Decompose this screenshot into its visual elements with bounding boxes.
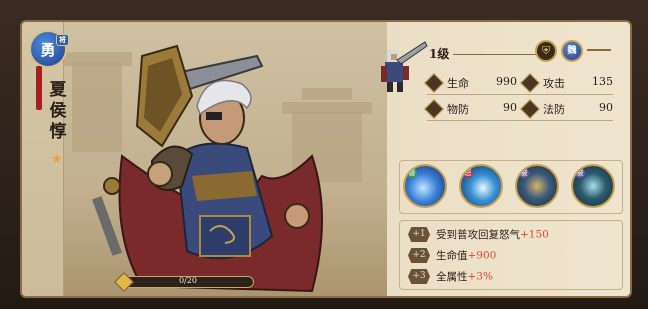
stat-label: 生命 xyxy=(447,77,469,90)
stat-label: 法防 xyxy=(543,103,565,116)
bonus-rank: +1 xyxy=(408,227,430,242)
bonus-rank: +3 xyxy=(408,269,430,284)
stats-panel: 1级 ⛨ 魏 生命 990 攻击 135 物防 90 法防 90 普 怒 被 被… xyxy=(367,36,623,290)
role-shield-icon[interactable]: ⛨ xyxy=(535,40,557,62)
skill-crossed-blades-icon[interactable]: 被 xyxy=(571,164,615,208)
stat-divider xyxy=(427,94,613,95)
skill-tag: 怒 xyxy=(463,168,473,178)
stat-mag-def: 法防 90 xyxy=(520,99,613,119)
stat-divider xyxy=(427,120,613,121)
stat-label: 攻击 xyxy=(543,77,565,90)
stat-value: 90 xyxy=(503,101,517,114)
fragment-count: 0/20 xyxy=(179,276,197,285)
fragment-progress-bar: 0/20 xyxy=(114,272,254,292)
bonus-text: 受到普攻回复怒气 xyxy=(436,229,520,241)
hero-name: 夏侯惇 xyxy=(49,80,67,142)
bonus-text: 生命值 xyxy=(436,250,468,262)
stat-value: 990 xyxy=(496,75,517,88)
bonus-list: +1 受到普攻回复怒气+150 +2 生命值+900 +3 全属性+3% xyxy=(399,220,623,290)
stat-value: 135 xyxy=(592,75,613,88)
skill-water-wave-icon[interactable]: 普 xyxy=(403,164,447,208)
skill-crossed-swords-icon[interactable]: 被 xyxy=(515,164,559,208)
hero-level: 1级 xyxy=(429,47,450,61)
skills-row: 普 怒 被 被 xyxy=(403,164,615,224)
level-divider xyxy=(453,54,545,55)
skill-tag: 普 xyxy=(407,168,417,178)
heart-icon xyxy=(424,73,444,93)
hero-illustration xyxy=(92,44,323,293)
hero-detail-card: 勇 将 夏侯惇 ★ 0/20 1级 ⛨ 魏 生命 990 攻击 135 物防 9… xyxy=(20,20,632,298)
hero-pixel-sprite xyxy=(381,41,428,92)
magic-shield-icon xyxy=(520,99,540,119)
wing-ornament xyxy=(587,49,611,51)
skill-tag: 被 xyxy=(519,168,529,178)
rarity-badge-sub: 将 xyxy=(56,34,69,46)
sword-icon xyxy=(520,73,540,93)
bonus-value: +900 xyxy=(467,249,497,262)
rarity-badge-label: 勇 xyxy=(40,40,56,59)
shield-icon xyxy=(424,99,444,119)
bonus-value: +150 xyxy=(520,228,549,241)
red-tassel xyxy=(36,66,42,110)
faction-badge[interactable]: 魏 xyxy=(561,40,583,62)
bonus-rank: +2 xyxy=(408,248,430,263)
bonus-text: 全属性 xyxy=(436,271,468,283)
stat-attack: 攻击 135 xyxy=(520,73,613,93)
bonus-value: +3% xyxy=(467,270,493,283)
bonus-row: +1 受到普攻回复怒气+150 xyxy=(408,227,549,245)
bonus-row: +3 全属性+3% xyxy=(408,269,493,287)
bonus-row: +2 生命值+900 xyxy=(408,248,496,266)
stat-label: 物防 xyxy=(447,103,469,116)
skill-tag: 被 xyxy=(575,168,585,178)
skill-water-burst-icon[interactable]: 怒 xyxy=(459,164,503,208)
stat-hp: 生命 990 xyxy=(424,73,517,93)
stat-phys-def: 物防 90 xyxy=(424,99,517,119)
star-icon: ★ xyxy=(51,152,63,167)
rarity-badge: 勇 将 xyxy=(29,30,69,68)
stat-value: 90 xyxy=(599,101,613,114)
